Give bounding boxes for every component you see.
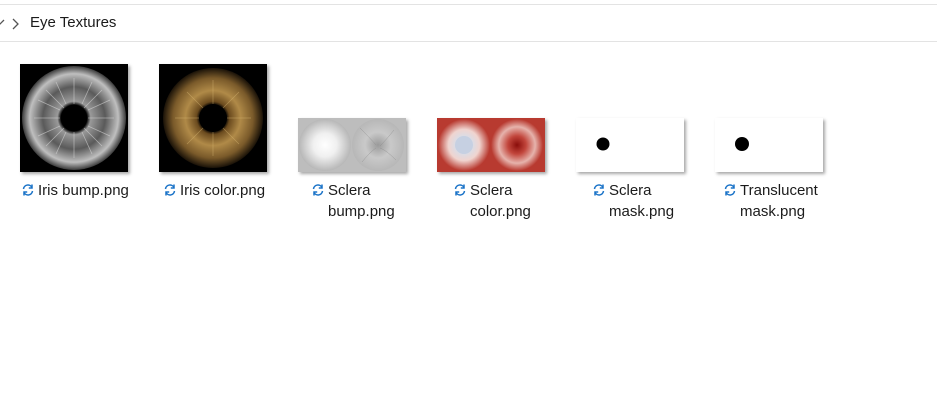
sync-icon (311, 183, 325, 197)
file-name-line2: color.png (470, 203, 531, 220)
file-name: Iris bump.png (38, 182, 129, 199)
file-name-line2: mask.png (740, 203, 806, 220)
file-name-line2: bump.png (328, 203, 395, 220)
iris-bump-thumbnail (20, 64, 128, 172)
sync-icon (453, 183, 467, 197)
sync-icon (592, 183, 606, 197)
chevron-right-icon[interactable] (10, 17, 20, 30)
file-name-line1: Translucent (740, 182, 818, 199)
sclera-bump-thumbnail (298, 118, 406, 172)
sclera-color-thumbnail (437, 118, 545, 172)
sclera-mask-thumbnail (576, 118, 684, 172)
breadcrumb-current-folder[interactable]: Eye Textures (30, 14, 116, 31)
sync-icon (163, 183, 177, 197)
sync-icon (21, 183, 35, 197)
file-name-line1: Sclera (328, 182, 371, 199)
iris-color-thumbnail (159, 64, 267, 172)
file-name: Iris color.png (180, 182, 266, 199)
sync-icon (723, 183, 737, 197)
breadcrumb: Eye Textures (0, 5, 937, 42)
file-name-line1: Sclera (470, 182, 513, 199)
file-name-line2: mask.png (609, 203, 675, 220)
file-name-line1: Sclera (609, 182, 652, 199)
chevron-down-icon[interactable] (0, 13, 6, 33)
translucent-mask-thumbnail (715, 118, 823, 172)
